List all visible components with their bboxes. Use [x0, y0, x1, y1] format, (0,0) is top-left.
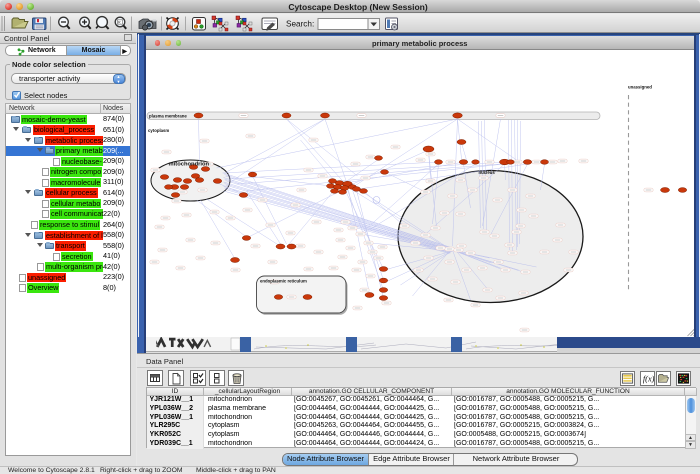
svg-text:nucleus: nucleus	[478, 170, 495, 175]
svg-text:endoplasmic reticulum: endoplasmic reticulum	[260, 279, 307, 284]
svg-text:Search:: Search:	[286, 20, 314, 29]
svg-text:f(x): f(x)	[643, 374, 654, 383]
svg-text:unassigned: unassigned	[628, 85, 652, 90]
svg-text:cytoplasm: cytoplasm	[148, 128, 169, 133]
svg-text:plasma membrane: plasma membrane	[149, 113, 187, 118]
svg-text:R: R	[118, 21, 121, 25]
svg-text:mitochondrion: mitochondrion	[168, 162, 209, 168]
